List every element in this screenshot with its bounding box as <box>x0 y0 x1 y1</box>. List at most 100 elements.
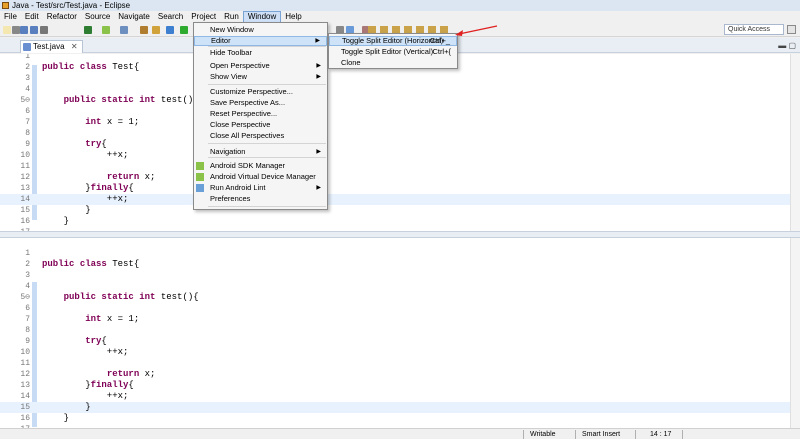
code-line[interactable]: 10 ++x; <box>0 347 790 358</box>
code-line[interactable]: 12 return x; <box>0 172 790 183</box>
line-number: 7 <box>25 315 30 324</box>
submenu-arrow-icon: ▶ <box>316 63 321 69</box>
keyword-token: finally <box>90 183 129 193</box>
code-text: ++x; <box>42 194 129 204</box>
menu-item-label: New Window <box>210 25 254 34</box>
save-all-icon[interactable] <box>30 26 38 34</box>
line-number: 15 <box>20 206 30 215</box>
code-line[interactable]: 14 ++x; <box>0 194 790 205</box>
java-perspective-icon[interactable] <box>787 25 796 34</box>
window-menu-item-open-perspective[interactable]: Open Perspective ▶ <box>194 61 327 71</box>
code-line[interactable]: 3 <box>0 270 790 281</box>
menu-refactor[interactable]: Refactor <box>43 11 81 23</box>
code-line[interactable]: 13 }finally{ <box>0 380 790 391</box>
close-icon[interactable]: ✕ <box>71 42 78 51</box>
dropdown-icon[interactable] <box>12 26 20 34</box>
save-icon[interactable] <box>20 26 28 34</box>
code-line[interactable]: 7 int x = 1; <box>0 117 790 128</box>
editor-pane-top[interactable]: 1 2 public class Test{3 4 5⊖ public static i… <box>0 54 800 231</box>
editor-submenu-item-toggle-split-editor-horizontal[interactable]: Toggle Split Editor (Horizontal) Ctrl+_ <box>329 36 457 46</box>
minimize-icon[interactable]: ▬ <box>778 41 786 50</box>
code-line[interactable]: 8 <box>0 128 790 139</box>
window-menu-item-preferences[interactable]: Preferences <box>194 194 327 204</box>
menu-separator <box>208 46 326 47</box>
window-menu-item-reset-perspective[interactable]: Reset Perspective... <box>194 109 327 119</box>
window-menu-item-android-sdk-manager[interactable]: Android SDK Manager <box>194 161 327 171</box>
window-menu-item-new-window[interactable]: New Window <box>194 25 327 35</box>
editor-submenu-item-clone[interactable]: Clone <box>329 58 457 68</box>
run-debug-icon[interactable] <box>166 26 174 34</box>
code-line[interactable]: 9 try{ <box>0 336 790 347</box>
code-line[interactable]: 11 <box>0 161 790 172</box>
code-line[interactable]: 8 <box>0 325 790 336</box>
window-menu-item-customize-perspective[interactable]: Customize Perspective... <box>194 87 327 97</box>
keyword-token: class <box>79 62 107 72</box>
code-line[interactable]: 12 return x; <box>0 369 790 380</box>
window-menu-item-hide-toolbar[interactable]: Hide Toolbar <box>194 48 327 58</box>
line-number: 5⊖ <box>20 293 30 302</box>
code-line[interactable]: 4 <box>0 84 790 95</box>
line-number: 15 <box>20 403 30 412</box>
code-line[interactable]: 5⊖ public static int test(){ <box>0 95 790 106</box>
vertical-scrollbar[interactable] <box>790 238 800 428</box>
tab-test-java[interactable]: Test.java ✕ <box>20 40 83 53</box>
window-menu-item-show-view[interactable]: Show View ▶ <box>194 72 327 82</box>
code-line[interactable]: 14 ++x; <box>0 391 790 402</box>
menu-item-label: Editor <box>211 36 231 45</box>
code-line[interactable]: 13 }finally{ <box>0 183 790 194</box>
code-text: ++x; <box>42 347 129 357</box>
keyword-token: int <box>139 95 156 105</box>
code-line[interactable]: 6 <box>0 106 790 117</box>
maximize-icon[interactable]: ▢ <box>788 41 796 50</box>
window-menu-item-editor[interactable]: Editor ▶ <box>194 36 327 46</box>
code-line[interactable]: 4 <box>0 281 790 292</box>
code-line[interactable]: 9 try{ <box>0 139 790 150</box>
code-line[interactable]: 3 <box>0 73 790 84</box>
status-insert-mode: Smart Insert <box>582 431 621 438</box>
code-text: public class Test{ <box>42 62 140 72</box>
window-menu-item-close-perspective[interactable]: Close Perspective <box>194 120 327 130</box>
code-line[interactable]: 6 <box>0 303 790 314</box>
code-line[interactable]: 1 <box>0 248 790 259</box>
code-line[interactable]: 15 } <box>0 402 790 413</box>
code-line[interactable]: 16 } <box>0 413 790 424</box>
menu-file[interactable]: File <box>0 11 21 23</box>
status-separator <box>575 430 576 439</box>
shortcut-label: Ctrl+_ <box>429 36 450 45</box>
menu-edit[interactable]: Edit <box>21 11 43 23</box>
menu-search[interactable]: Search <box>154 11 187 23</box>
code-line[interactable]: 16 } <box>0 216 790 227</box>
title-bar: Java - Test/src/Test.java - Eclipse <box>0 0 800 11</box>
editor-pane-bottom[interactable]: 1 2 public class Test{3 4 5⊖ public static i… <box>0 238 800 428</box>
submenu-arrow-icon: ▶ <box>316 185 321 191</box>
print-icon[interactable] <box>40 26 48 34</box>
run-icon[interactable] <box>180 26 188 34</box>
code-line[interactable]: 2 public class Test{ <box>0 259 790 270</box>
debug-icon[interactable] <box>84 26 92 34</box>
code-line[interactable]: 7 int x = 1; <box>0 314 790 325</box>
menu-item-label: Open Perspective <box>210 61 270 70</box>
code-line[interactable]: 15 } <box>0 205 790 216</box>
code-line[interactable]: 5⊖ public static int test(){ <box>0 292 790 303</box>
new-package-icon[interactable] <box>152 26 160 34</box>
keyword-token: static <box>101 95 134 105</box>
split-divider[interactable] <box>0 231 800 238</box>
window-menu-item-navigation[interactable]: Navigation ▶ <box>194 147 327 157</box>
code-line[interactable]: 10 ++x; <box>0 150 790 161</box>
vertical-scrollbar[interactable] <box>790 54 800 231</box>
quick-access-input[interactable]: Quick Access <box>724 24 784 35</box>
new-java-project-icon[interactable] <box>140 26 148 34</box>
code-line[interactable]: 11 <box>0 358 790 369</box>
build-icon[interactable] <box>120 26 128 34</box>
menu-source[interactable]: Source <box>81 11 114 23</box>
window-menu-item-close-all-perspectives[interactable]: Close All Perspectives <box>194 131 327 141</box>
window-menu-item-save-perspective-as[interactable]: Save Perspective As... <box>194 98 327 108</box>
line-number: 14 <box>20 195 30 204</box>
menu-navigate[interactable]: Navigate <box>114 11 154 23</box>
new-icon[interactable] <box>3 26 11 34</box>
android-icon[interactable] <box>102 26 110 34</box>
window-menu-item-android-virtual-device-manager[interactable]: Android Virtual Device Manager <box>194 172 327 182</box>
window-menu-item-run-android-lint[interactable]: Run Android Lint ▶ <box>194 183 327 193</box>
editor-submenu-item-toggle-split-editor-vertical[interactable]: Toggle Split Editor (Vertical) Ctrl+{ <box>329 47 457 57</box>
line-number: 3 <box>25 74 30 83</box>
